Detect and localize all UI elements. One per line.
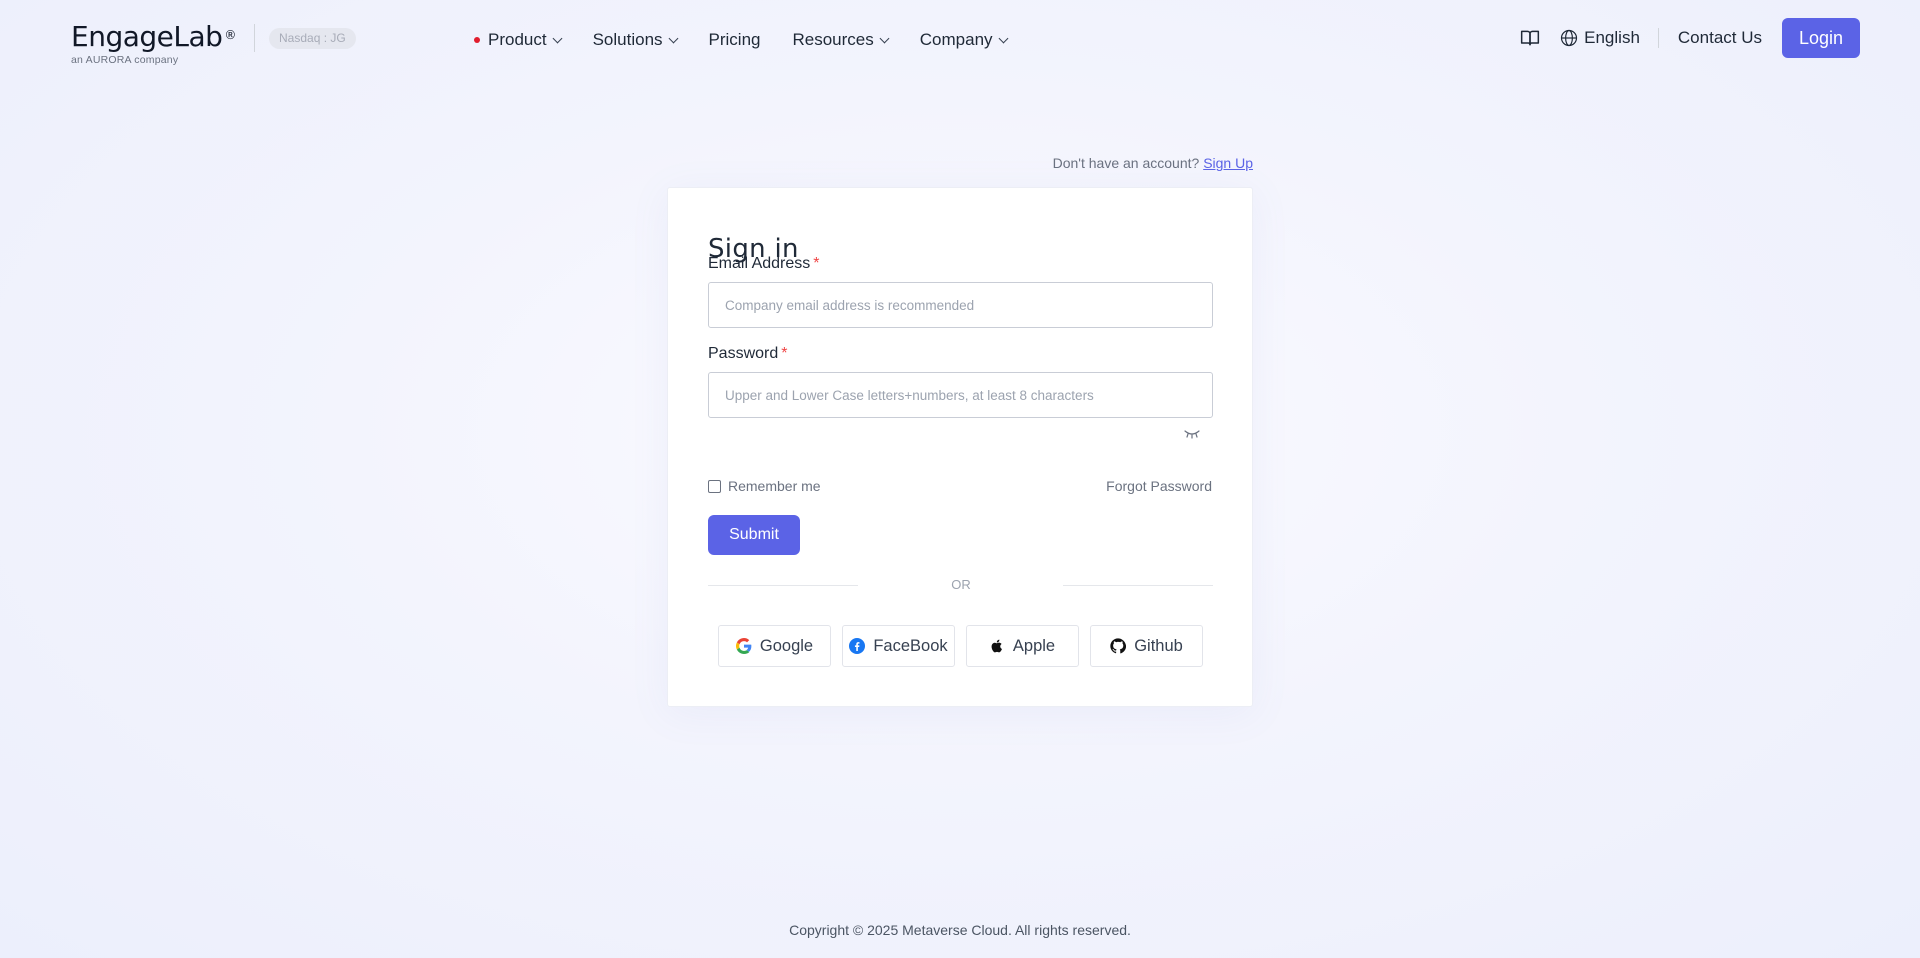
google-login-button[interactable]: Google (718, 625, 831, 667)
github-login-button[interactable]: Github (1090, 625, 1203, 667)
nav-item-label: Solutions (592, 30, 663, 49)
email-input[interactable] (708, 282, 1213, 328)
google-label: Google (759, 636, 814, 655)
forgot-password-link[interactable]: Forgot Password (1106, 478, 1212, 494)
nav-item-resources[interactable]: Resources (792, 30, 890, 50)
main-nav: Product Solutions Pricing Resources Comp… (474, 28, 1039, 52)
sign-up-link[interactable]: Sign Up (1203, 155, 1253, 171)
required-asterisk: * (813, 255, 820, 272)
apple-icon (991, 639, 1002, 653)
remember-me-label: Remember me (728, 478, 821, 494)
nav-item-company[interactable]: Company (919, 30, 1008, 50)
sign-in-card: Sign in Email Address* Password* Remembe… (667, 187, 1253, 707)
email-label: Email Address * (708, 255, 820, 273)
top-nav-bar: EngageLab ® an AURORA company Nasdaq : JG… (0, 0, 1920, 80)
new-indicator-dot (474, 37, 480, 43)
password-label-text: Password (708, 345, 779, 362)
logo-text: EngageLab (71, 20, 223, 53)
nav-item-label: Product (488, 30, 547, 49)
divider-right (1063, 585, 1213, 586)
google-icon (735, 638, 752, 654)
header-divider (1657, 28, 1659, 48)
remember-me[interactable]: Remember me (708, 478, 821, 494)
footer-copyright: Copyright © 2025 Metaverse Cloud. All ri… (789, 922, 1131, 938)
required-asterisk: * (781, 345, 788, 362)
globe-icon[interactable] (1560, 29, 1578, 47)
apple-login-button[interactable]: Apple (966, 625, 1079, 667)
password-input[interactable] (708, 372, 1213, 418)
book-icon[interactable] (1520, 28, 1540, 48)
header-actions: English Contact Us Login (1520, 18, 1860, 58)
apple-label: Apple (1012, 636, 1056, 655)
github-icon (1110, 638, 1127, 654)
signup-prompt-text: Don't have an account? (1052, 155, 1200, 171)
chevron-down-icon (552, 33, 563, 43)
login-button[interactable]: Login (1782, 18, 1860, 58)
nav-item-label: Company (919, 30, 993, 49)
nav-item-label: Pricing (708, 30, 761, 49)
facebook-label: FaceBook (873, 636, 948, 655)
nasdaq-badge: Nasdaq : JG (269, 28, 356, 49)
facebook-login-button[interactable]: FaceBook (842, 625, 955, 667)
email-label-text: Email Address (708, 255, 811, 272)
nav-item-solutions[interactable]: Solutions (592, 30, 678, 50)
github-label: Github (1134, 636, 1183, 655)
submit-button[interactable]: Submit (708, 515, 800, 555)
logo-registered-mark: ® (224, 28, 236, 42)
nav-item-label: Resources (792, 30, 874, 49)
password-label: Password * (708, 345, 787, 363)
logo-subtitle: an AURORA company (71, 54, 179, 66)
chevron-down-icon (998, 33, 1008, 43)
eye-closed-icon[interactable] (1184, 429, 1200, 439)
chevron-down-icon (879, 33, 890, 43)
facebook-icon (849, 638, 866, 654)
nav-item-product[interactable]: Product (474, 30, 563, 50)
engagelab-logo[interactable]: EngageLab ® an AURORA company (71, 20, 236, 66)
language-selector[interactable]: English (1584, 28, 1640, 48)
nav-item-pricing[interactable]: Pricing (709, 30, 761, 50)
remember-me-checkbox[interactable] (708, 479, 721, 493)
chevron-down-icon (668, 33, 678, 43)
contact-us-link[interactable]: Contact Us (1678, 28, 1762, 48)
signup-prompt: Don't have an account? Sign Up (1053, 155, 1253, 171)
logo-divider (254, 24, 255, 52)
